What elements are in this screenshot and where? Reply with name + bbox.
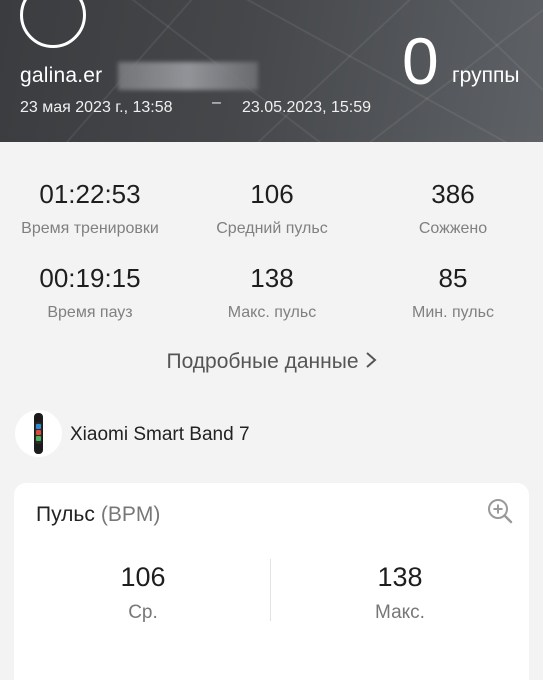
card-title: Пульс (BPM): [36, 503, 160, 527]
group-count[interactable]: 0: [402, 28, 439, 94]
pulse-card: Пульс (BPM) 106 Ср. 138 Макс.: [14, 483, 529, 680]
stat-value: 01:22:53: [39, 179, 141, 209]
detailed-data-label: Подробные данные: [166, 350, 359, 373]
group-label[interactable]: группы: [452, 64, 519, 88]
stat-min-pulse: 85 Мин. пульс: [363, 265, 543, 321]
pulse-average-label: Ср.: [128, 602, 158, 623]
stat-label: Мин. пульс: [412, 304, 494, 321]
pulse-max: 138 Макс.: [300, 562, 500, 623]
workout-header: galina.er 23 мая 2023 г., 13:58 – 23.05.…: [0, 0, 543, 142]
chevron-right-icon: [365, 351, 377, 375]
stat-value: 386: [431, 179, 475, 209]
stat-label: Макс. пульс: [227, 304, 317, 321]
stat-label: Сожжено: [418, 220, 488, 237]
redacted-text: [118, 62, 258, 90]
pulse-max-value: 138: [377, 562, 423, 592]
stat-value: 85: [438, 263, 468, 293]
pulse-title: Пульс: [36, 503, 95, 526]
stat-label: Время тренировки: [21, 220, 159, 237]
stat-label: Время пауз: [47, 304, 133, 321]
pulse-unit: (BPM): [100, 503, 161, 526]
device-name: Xiaomi Smart Band 7: [70, 424, 250, 445]
stat-calories: 386 Сожжено: [363, 181, 543, 237]
workout-end-date: 23.05.2023, 15:59: [242, 99, 372, 116]
stat-pause-time: 00:19:15 Время пауз: [0, 265, 180, 321]
metric-divider: [270, 559, 271, 621]
stat-value: 00:19:15: [39, 263, 141, 293]
stat-label: Средний пульс: [216, 220, 328, 237]
detailed-data-link[interactable]: Подробные данные: [0, 350, 543, 375]
username: galina.er: [20, 64, 103, 87]
workout-start-date: 23 мая 2023 г., 13:58: [20, 99, 173, 116]
pulse-average-value: 106: [120, 562, 166, 592]
zoom-in-icon[interactable]: [486, 497, 514, 530]
stat-max-pulse: 138 Макс. пульс: [182, 265, 362, 321]
smart-band-icon: [15, 410, 62, 457]
stat-value: 138: [250, 263, 294, 293]
stat-avg-pulse: 106 Средний пульс: [182, 181, 362, 237]
pulse-average: 106 Ср.: [43, 562, 243, 623]
stat-workout-time: 01:22:53 Время тренировки: [0, 181, 180, 237]
stat-value: 106: [250, 179, 294, 209]
date-separator: –: [212, 94, 221, 111]
pulse-max-label: Макс.: [375, 602, 425, 623]
workout-stats: 01:22:53 Время тренировки 106 Средний пу…: [0, 142, 543, 400]
